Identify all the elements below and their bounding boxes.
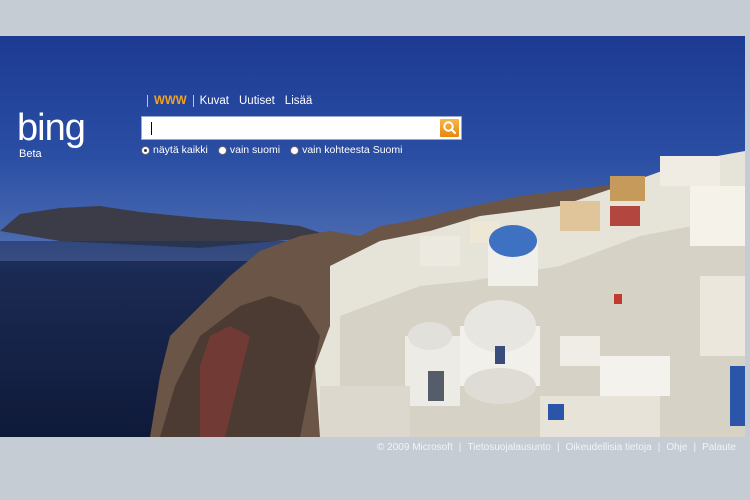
- text-caret: [151, 122, 152, 135]
- scope-option-label: vain kohteesta Suomi: [302, 144, 403, 156]
- nav-item-kuvat[interactable]: Kuvat: [200, 95, 229, 107]
- right-gutter: [745, 36, 750, 437]
- scope-option-label: näytä kaikki: [153, 144, 208, 156]
- search-scope: näytä kaikki vain suomi vain kohteesta S…: [141, 144, 412, 156]
- footer-separator: |: [657, 442, 661, 453]
- footer-separator: |: [556, 442, 560, 453]
- scope-option-finnish[interactable]: vain suomi: [217, 144, 281, 156]
- radio-button[interactable]: [290, 145, 300, 155]
- scope-option-all[interactable]: näytä kaikki: [141, 144, 208, 156]
- nav-separator: [147, 95, 148, 107]
- footer: © 2009 Microsoft | Tietosuojalausunto | …: [371, 442, 742, 453]
- santorini-scene: [0, 151, 745, 437]
- footer-copyright: © 2009 Microsoft: [377, 442, 453, 453]
- search-button[interactable]: [440, 119, 459, 137]
- nav-separator: [192, 95, 194, 107]
- search-nav: WWW Kuvat Uutiset Lisää: [141, 93, 322, 109]
- nav-item-uutiset[interactable]: Uutiset: [239, 95, 275, 107]
- search-box: [141, 116, 462, 140]
- footer-separator: |: [458, 442, 462, 453]
- logo-beta-label: Beta: [19, 148, 42, 160]
- footer-link-help[interactable]: Ohje: [666, 442, 687, 453]
- footer-link-privacy[interactable]: Tietosuojalausunto: [467, 442, 551, 453]
- footer-link-legal[interactable]: Oikeudellisia tietoja: [566, 442, 652, 453]
- search-input[interactable]: [144, 119, 436, 137]
- bing-logo[interactable]: bing: [17, 109, 86, 147]
- footer-separator: |: [693, 442, 697, 453]
- nav-item-www[interactable]: WWW: [154, 95, 187, 107]
- radio-button[interactable]: [141, 145, 150, 155]
- search-icon: [443, 121, 457, 135]
- scope-option-label: vain suomi: [229, 144, 281, 156]
- footer-link-feedback[interactable]: Palaute: [702, 442, 736, 453]
- nav-item-lisaa[interactable]: Lisää: [285, 95, 313, 107]
- background-image: bing Beta WWW Kuvat Uutiset Lisää näytä …: [0, 36, 745, 437]
- radio-button[interactable]: [217, 145, 227, 155]
- scope-option-from-finland[interactable]: vain kohteesta Suomi: [290, 144, 402, 156]
